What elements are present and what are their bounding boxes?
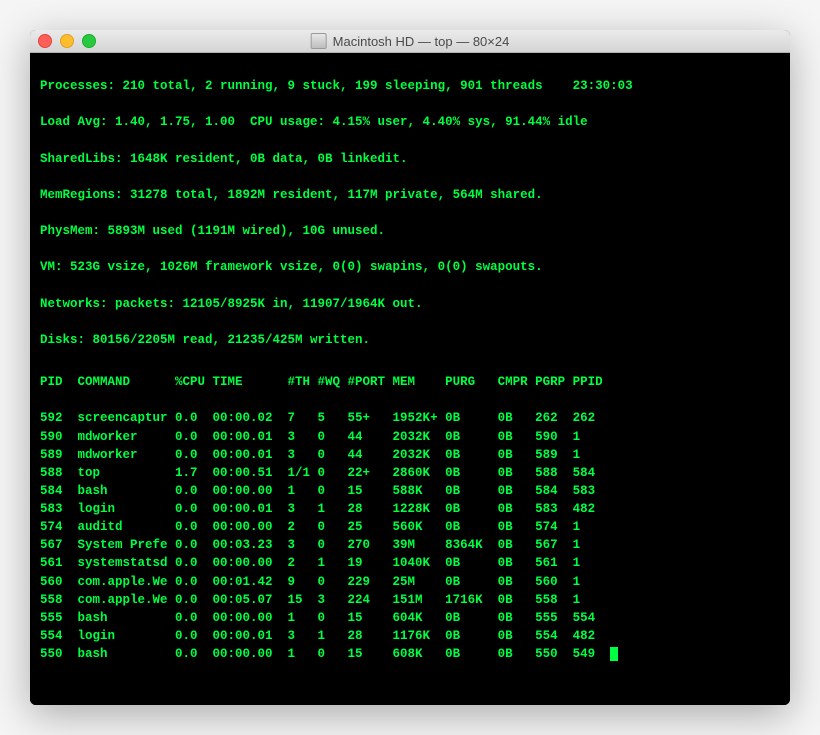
table-row: 555 bash 0.0 00:00.00 1 0 15 604K 0B 0B … — [40, 609, 780, 627]
columns-header: PID COMMAND %CPU TIME #TH #WQ #PORT MEM … — [40, 373, 780, 391]
terminal-content[interactable]: Processes: 210 total, 2 running, 9 stuck… — [30, 53, 790, 705]
process-rows: 592 screencaptur 0.0 00:00.02 7 5 55+ 19… — [40, 409, 780, 663]
table-row: 550 bash 0.0 00:00.00 1 0 15 608K 0B 0B … — [40, 645, 780, 663]
table-row: 560 com.apple.We 0.0 00:01.42 9 0 229 25… — [40, 573, 780, 591]
table-row: 567 System Prefe 0.0 00:03.23 3 0 270 39… — [40, 536, 780, 554]
table-row: 589 mdworker 0.0 00:00.01 3 0 44 2032K 0… — [40, 446, 780, 464]
table-row: 588 top 1.7 00:00.51 1/1 0 22+ 2860K 0B … — [40, 464, 780, 482]
header-load: Load Avg: 1.40, 1.75, 1.00 CPU usage: 4.… — [40, 113, 780, 131]
terminal-window: Macintosh HD — top — 80×24 Processes: 21… — [30, 30, 790, 705]
header-sharedlibs: SharedLibs: 1648K resident, 0B data, 0B … — [40, 150, 780, 168]
table-row: 583 login 0.0 00:00.01 3 1 28 1228K 0B 0… — [40, 500, 780, 518]
close-icon[interactable] — [38, 34, 52, 48]
table-row: 590 mdworker 0.0 00:00.01 3 0 44 2032K 0… — [40, 428, 780, 446]
traffic-lights — [38, 34, 96, 48]
table-row: 584 bash 0.0 00:00.00 1 0 15 588K 0B 0B … — [40, 482, 780, 500]
minimize-icon[interactable] — [60, 34, 74, 48]
cursor — [610, 647, 618, 661]
window-title-text: Macintosh HD — top — 80×24 — [333, 34, 510, 49]
table-row: 558 com.apple.We 0.0 00:05.07 15 3 224 1… — [40, 591, 780, 609]
header-vm: VM: 523G vsize, 1026M framework vsize, 0… — [40, 258, 780, 276]
disk-icon — [311, 33, 327, 49]
header-processes: Processes: 210 total, 2 running, 9 stuck… — [40, 77, 780, 95]
window-title: Macintosh HD — top — 80×24 — [311, 33, 510, 49]
table-row: 574 auditd 0.0 00:00.00 2 0 25 560K 0B 0… — [40, 518, 780, 536]
titlebar[interactable]: Macintosh HD — top — 80×24 — [30, 30, 790, 53]
header-memregions: MemRegions: 31278 total, 1892M resident,… — [40, 186, 780, 204]
header-physmem: PhysMem: 5893M used (1191M wired), 10G u… — [40, 222, 780, 240]
header-disks: Disks: 80156/2205M read, 21235/425M writ… — [40, 331, 780, 349]
table-row: 554 login 0.0 00:00.01 3 1 28 1176K 0B 0… — [40, 627, 780, 645]
table-row: 561 systemstatsd 0.0 00:00.00 2 1 19 104… — [40, 554, 780, 572]
table-row: 592 screencaptur 0.0 00:00.02 7 5 55+ 19… — [40, 409, 780, 427]
zoom-icon[interactable] — [82, 34, 96, 48]
header-networks: Networks: packets: 12105/8925K in, 11907… — [40, 295, 780, 313]
